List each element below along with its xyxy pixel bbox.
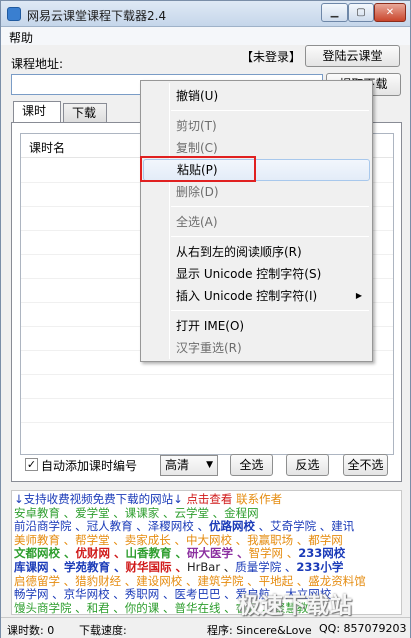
partner-link[interactable]: 前沿商学院 、冠人教育 、泽稷网校 、 — [14, 519, 209, 533]
partner-link[interactable]: 质量学院 、 — [235, 560, 296, 574]
download-speed: 下载速度: — [79, 624, 127, 637]
context-menu: 撤销(U) 剪切(T) 复制(C) 粘贴(P) 删除(D) 全选(A) 从右到左的阅读顺序(… — [140, 80, 373, 362]
menu-item[interactable]: 汉字重选(R) — [143, 337, 370, 359]
partner-link[interactable]: 、艾奇学院 、建讯 — [255, 519, 355, 533]
watermark: 极速下载站 — [238, 594, 354, 619]
dropdown-arrow-icon: ▼ — [206, 460, 213, 470]
partner-link[interactable]: HrBar 、 — [187, 560, 235, 574]
app-icon — [7, 7, 21, 21]
menu-separator — [171, 236, 369, 237]
lesson-count: 课时数: 0 — [7, 624, 55, 637]
partner-link[interactable]: 财华国际 、 — [126, 560, 188, 574]
menu-bar: 帮助 — [1, 27, 410, 45]
invert-selection-button[interactable]: 反选 — [286, 454, 329, 476]
close-button[interactable]: ✕ — [374, 3, 406, 22]
partner-link[interactable]: 优路网校 — [209, 519, 255, 533]
menu-separator — [171, 310, 369, 311]
partner-link[interactable]: 库课网 、学苑教育 、 — [14, 560, 126, 574]
grid-line — [21, 398, 393, 399]
partner-link[interactable]: 启德留学 、猎豹财经 、建设网校 、建筑学院 、平地起 、盛龙资料馆 — [14, 574, 366, 588]
status-bar: 课时数: 0 下载速度: 程序: Sincere&Love QQ: 857079… — [1, 617, 410, 638]
partner-link[interactable]: 我赢职场 、都学网 — [247, 533, 343, 547]
window-title: 网易云课堂课程下载器2.4 — [27, 9, 167, 23]
partner-link[interactable]: 233小学 — [296, 560, 343, 574]
menu-item[interactable]: 打开 IME(O) — [143, 315, 370, 337]
title-bar[interactable]: 网易云课堂课程下载器2.4 ▁ ▢ ✕ — [1, 1, 410, 27]
partner-link[interactable]: 美师教育 、帮学堂 、卖家成长 、中大网校 、 — [14, 533, 247, 547]
menu-item[interactable]: 剪切(T) — [143, 115, 370, 137]
maximize-button[interactable]: ▢ — [348, 3, 374, 22]
select-all-button[interactable]: 全选 — [230, 454, 273, 476]
partner-link[interactable]: 文都网校 、 — [14, 546, 76, 560]
menu-item[interactable]: 插入 Unicode 控制字符(I) ▶ — [143, 285, 370, 307]
select-none-button[interactable]: 全不选 — [343, 454, 388, 476]
course-url-label: 课程地址: — [11, 57, 64, 71]
grid-line — [21, 374, 393, 375]
qq-contact: QQ: 857079203 — [319, 622, 407, 635]
menu-separator — [171, 206, 369, 207]
login-button[interactable]: 登陆云课堂 — [305, 45, 400, 67]
menu-item[interactable]: 删除(D) — [143, 181, 370, 203]
auto-number-checkbox[interactable]: ✓ — [25, 458, 38, 471]
program-author: 程序: Sincere&Love — [207, 624, 312, 637]
menu-item[interactable]: 撤销(U) — [143, 85, 370, 107]
highlight-box — [140, 156, 256, 182]
partner-link[interactable]: 安卓教育 、爱学堂 、课课家 、云学堂 、金程网 — [14, 506, 259, 520]
tab-downloads[interactable]: 下载 — [63, 103, 107, 123]
login-status: 【未登录】 — [241, 50, 302, 64]
menu-item[interactable]: 从右到左的阅读顺序(R) — [143, 241, 370, 263]
partner-link[interactable]: 点击查看 — [186, 492, 236, 506]
menu-help[interactable]: 帮助 — [9, 29, 33, 46]
partner-link[interactable]: 优财网 、 — [76, 546, 126, 560]
partner-link[interactable]: 研大医学 、 — [187, 546, 249, 560]
menu-item[interactable]: 全选(A) — [143, 211, 370, 233]
tab-lessons[interactable]: 课时 — [13, 101, 61, 123]
auto-number-label: 自动添加课时编号 — [41, 459, 138, 473]
partner-link[interactable]: ↓支持收费视频免费下载的网站↓ — [14, 492, 186, 506]
quality-value: 高清 — [165, 458, 190, 472]
submenu-arrow-icon: ▶ — [355, 291, 362, 300]
list-controls: ✓ 自动添加课时编号 高清 ▼ 全选 反选 全不选 — [12, 451, 401, 481]
partner-link[interactable]: 山香教育 、 — [126, 546, 188, 560]
menu-separator — [171, 110, 369, 111]
partner-link[interactable]: 233网校 — [298, 546, 345, 560]
partner-link[interactable]: 联系作者 — [236, 492, 282, 506]
quality-select[interactable]: 高清 ▼ — [160, 455, 218, 476]
column-lesson-name[interactable]: 课时名 — [29, 139, 65, 156]
grid-line — [21, 422, 393, 423]
minimize-button[interactable]: ▁ — [321, 3, 348, 22]
menu-item[interactable]: 显示 Unicode 控制字符(S) — [143, 263, 370, 285]
partner-link[interactable]: 智学网 、 — [249, 546, 299, 560]
